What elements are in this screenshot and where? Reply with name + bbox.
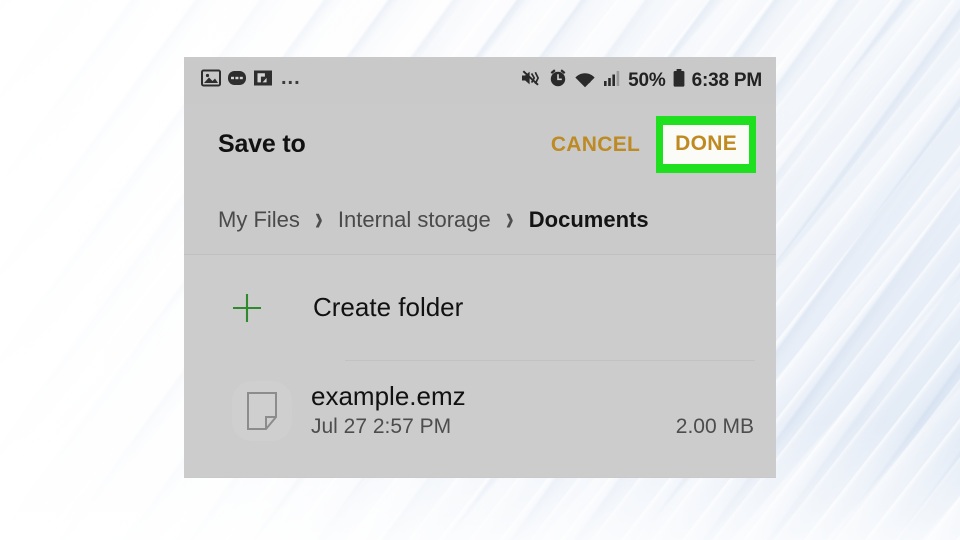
screenshot-notification-icon xyxy=(253,68,273,93)
file-list-item[interactable]: example.emz Jul 27 2:57 PM 2.00 MB xyxy=(184,361,776,461)
battery-icon xyxy=(672,68,686,93)
media-notification-icon xyxy=(227,68,247,93)
breadcrumb-item-documents[interactable]: Documents xyxy=(529,207,649,233)
plus-icon xyxy=(230,291,296,325)
title-bar: Save to CANCEL DONE xyxy=(184,104,776,185)
file-subtitle-row: Jul 27 2:57 PM 2.00 MB xyxy=(311,415,776,439)
file-item-details: example.emz Jul 27 2:57 PM 2.00 MB xyxy=(311,380,776,439)
alarm-clock-icon xyxy=(548,68,568,93)
clock-time-label: 6:38 PM xyxy=(691,69,763,91)
status-bar-system-icons: 50% 6:38 PM xyxy=(520,68,762,93)
notification-overflow-dots: ... xyxy=(281,66,301,89)
breadcrumb-item-internal-storage[interactable]: Internal storage xyxy=(338,207,491,233)
file-name-label: example.emz xyxy=(311,380,466,411)
cellular-signal-icon xyxy=(602,68,622,93)
status-bar: ... 50% 6:38 PM xyxy=(184,57,776,104)
file-icon-background xyxy=(232,381,292,441)
file-size-label: 2.00 MB xyxy=(675,415,754,439)
chevron-right-icon: › xyxy=(505,199,514,239)
page-backdrop: ... 50% 6:38 PM Save to CANCEL DONE My F… xyxy=(0,0,960,540)
title-bar-actions: CANCEL DONE xyxy=(549,116,762,173)
breadcrumb-item-my-files[interactable]: My Files xyxy=(218,207,300,233)
create-folder-label: Create folder xyxy=(313,292,464,322)
chevron-right-icon: › xyxy=(314,199,323,239)
wifi-icon xyxy=(574,68,596,93)
image-notification-icon xyxy=(201,68,221,93)
done-button-highlight: DONE xyxy=(656,116,756,173)
breadcrumb: My Files › Internal storage › Documents xyxy=(184,185,776,255)
phone-screenshot-panel: ... 50% 6:38 PM Save to CANCEL DONE My F… xyxy=(184,57,776,478)
status-bar-notifications: ... xyxy=(201,68,301,93)
mute-vibrate-icon xyxy=(520,68,542,93)
cancel-button[interactable]: CANCEL xyxy=(549,129,642,161)
page-title: Save to xyxy=(218,130,306,158)
file-list: Create folder example.emz Jul 27 2:57 PM… xyxy=(184,255,776,477)
document-file-icon xyxy=(224,381,300,441)
battery-percent-label: 50% xyxy=(628,69,666,91)
file-date-label: Jul 27 2:57 PM xyxy=(311,415,452,439)
done-button[interactable]: DONE xyxy=(663,125,749,164)
create-folder-row[interactable]: Create folder xyxy=(184,255,776,360)
